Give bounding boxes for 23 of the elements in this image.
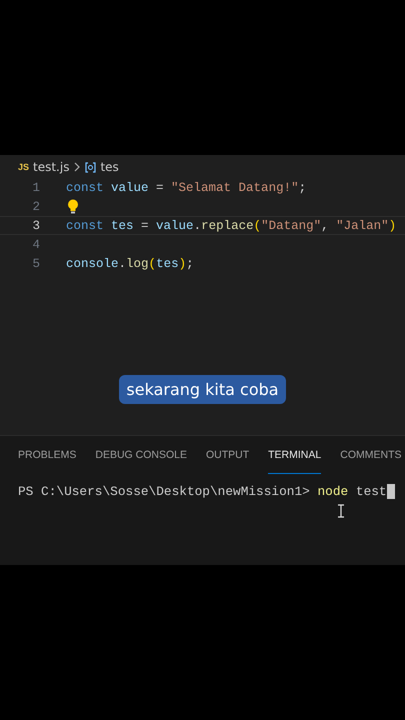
code-line: const value = "Selamat Datang!"; <box>66 180 306 194</box>
panel-tab[interactable]: TERMINAL <box>268 436 322 474</box>
code-line: const tes = value.replace("Datang", "Jalan") <box>66 218 396 232</box>
line-number: 1 <box>31 180 40 194</box>
code-line: console.log(tes); <box>66 256 194 270</box>
panel-tab[interactable]: PROBLEMS <box>18 436 76 474</box>
line-number: 4 <box>31 238 40 252</box>
line-number: 5 <box>31 256 40 270</box>
javascript-file-icon: JS <box>18 162 30 172</box>
terminal-cursor <box>386 484 395 498</box>
variable-symbol-icon <box>85 162 96 172</box>
panel-tab[interactable]: COMMENTS <box>340 436 402 474</box>
video-caption: sekarang kita coba <box>119 375 286 404</box>
text-cursor-icon <box>337 504 345 518</box>
panel-tab[interactable]: DEBUG CONSOLE <box>95 436 187 474</box>
terminal-line: PS C:\Users\Sosse\Desktop\newMission1> node test <box>18 484 387 498</box>
chevron-icon <box>73 162 82 172</box>
panel-tab[interactable]: OUTPUT <box>206 436 250 474</box>
line-number: 2 <box>31 200 40 214</box>
breadcrumb-symbol[interactable]: tes <box>100 160 119 174</box>
line-number: 3 <box>31 218 40 232</box>
lightbulb-icon[interactable] <box>67 199 79 214</box>
breadcrumb-file[interactable]: test.js <box>33 160 70 174</box>
